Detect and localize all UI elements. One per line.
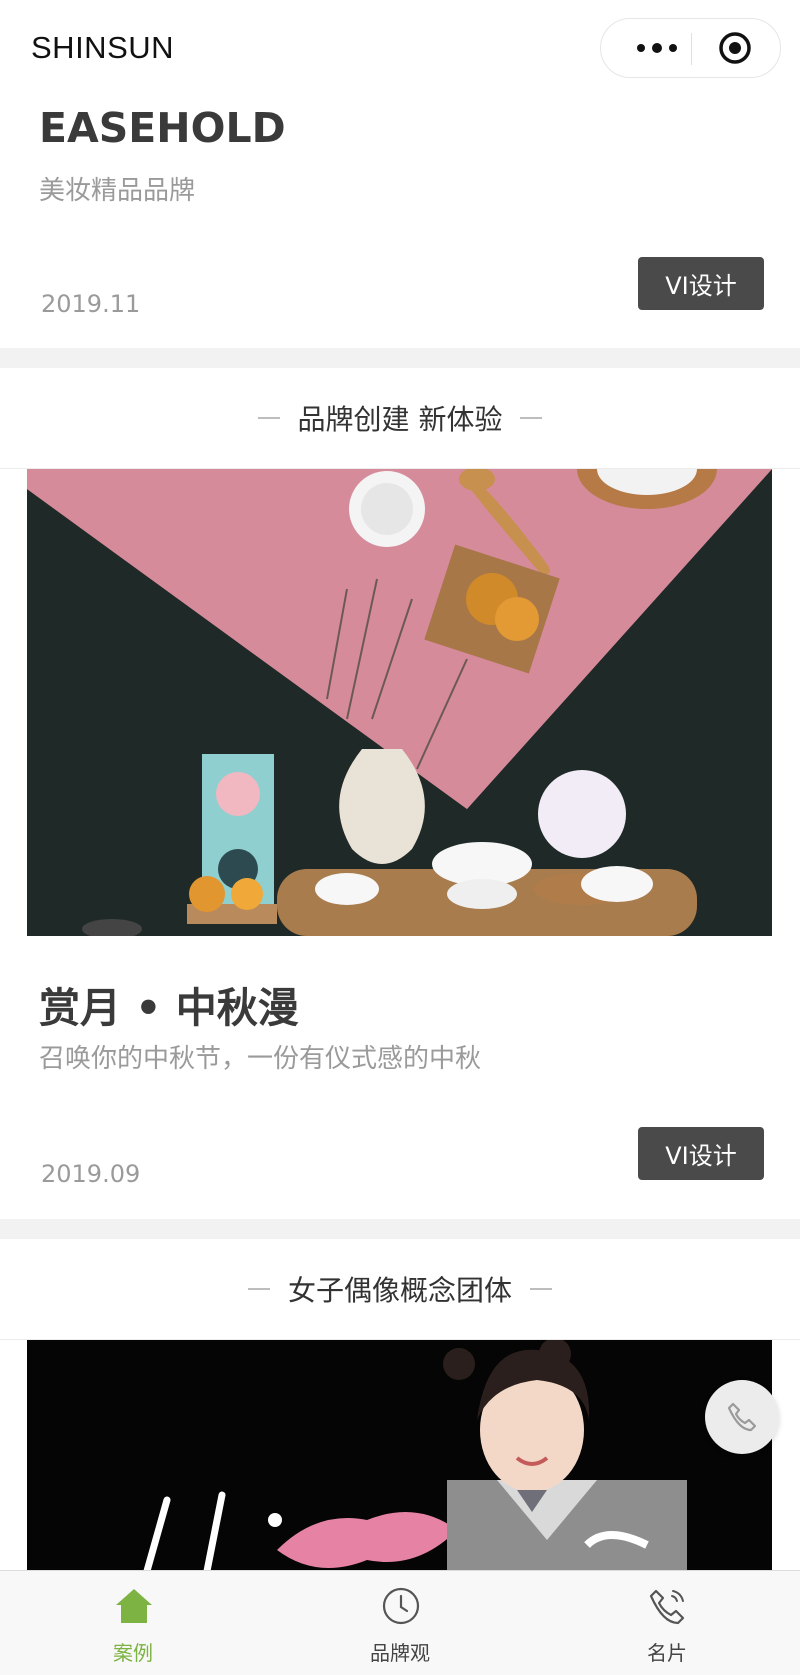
tab-brand-view[interactable]: 品牌观: [320, 1571, 480, 1675]
tab-label: 品牌观: [370, 1641, 430, 1665]
section-header: 女子偶像概念团体: [0, 1239, 800, 1340]
section-gap: [0, 348, 800, 368]
tab-label: 名片: [647, 1641, 687, 1665]
dash-left: [247, 1288, 270, 1290]
card-title: 赏月 • 中秋漫: [39, 984, 299, 1032]
call-float-button[interactable]: [705, 1380, 779, 1454]
app-title: SHINSUN: [31, 30, 175, 65]
card-date: 2019.09: [41, 1160, 141, 1188]
case-card-mid-autumn[interactable]: 赏月 • 中秋漫 召唤你的中秋节，一份有仪式感的中秋 2019.09 VI设计: [0, 936, 800, 1219]
close-target-icon[interactable]: [718, 31, 752, 65]
card-subtitle: 美妆精品品牌: [39, 176, 196, 206]
section-title: 品牌创建 新体验: [297, 403, 503, 436]
clock-icon: [382, 1587, 420, 1625]
category-tag-button[interactable]: VI设计: [638, 257, 764, 310]
capsule-divider: [691, 33, 692, 65]
idol-group-photo: [27, 1340, 772, 1571]
bottom-tab-bar: 案例 品牌观 名片: [0, 1570, 800, 1675]
tab-cases[interactable]: 案例: [53, 1571, 213, 1675]
category-tag-button[interactable]: VI设计: [638, 1127, 764, 1180]
phone-icon: [649, 1589, 685, 1625]
dash-right: [530, 1288, 552, 1290]
dash-right: [520, 417, 543, 419]
tab-business-card[interactable]: 名片: [587, 1571, 747, 1675]
case-card-easehold[interactable]: EASEHOLD 美妆精品品牌 2019.11 VI设计: [0, 100, 800, 348]
phone-icon: [727, 1402, 757, 1432]
tab-label: 案例: [113, 1641, 153, 1665]
mid-autumn-photo: [27, 469, 772, 936]
home-icon: [116, 1589, 152, 1623]
section-title: 女子偶像概念团体: [287, 1274, 512, 1307]
case-banner-image[interactable]: [27, 469, 772, 936]
mini-program-capsule: [600, 18, 781, 78]
card-title: EASEHOLD: [39, 104, 286, 152]
dash-left: [257, 417, 280, 419]
case-banner-image[interactable]: [27, 1340, 772, 1571]
section-gap: [0, 1219, 800, 1239]
more-menu-icon[interactable]: [623, 19, 691, 77]
section-header: 品牌创建 新体验: [0, 368, 800, 469]
nav-bar: SHINSUN: [0, 0, 800, 100]
card-date: 2019.11: [41, 290, 141, 318]
card-subtitle: 召唤你的中秋节，一份有仪式感的中秋: [39, 1044, 482, 1074]
